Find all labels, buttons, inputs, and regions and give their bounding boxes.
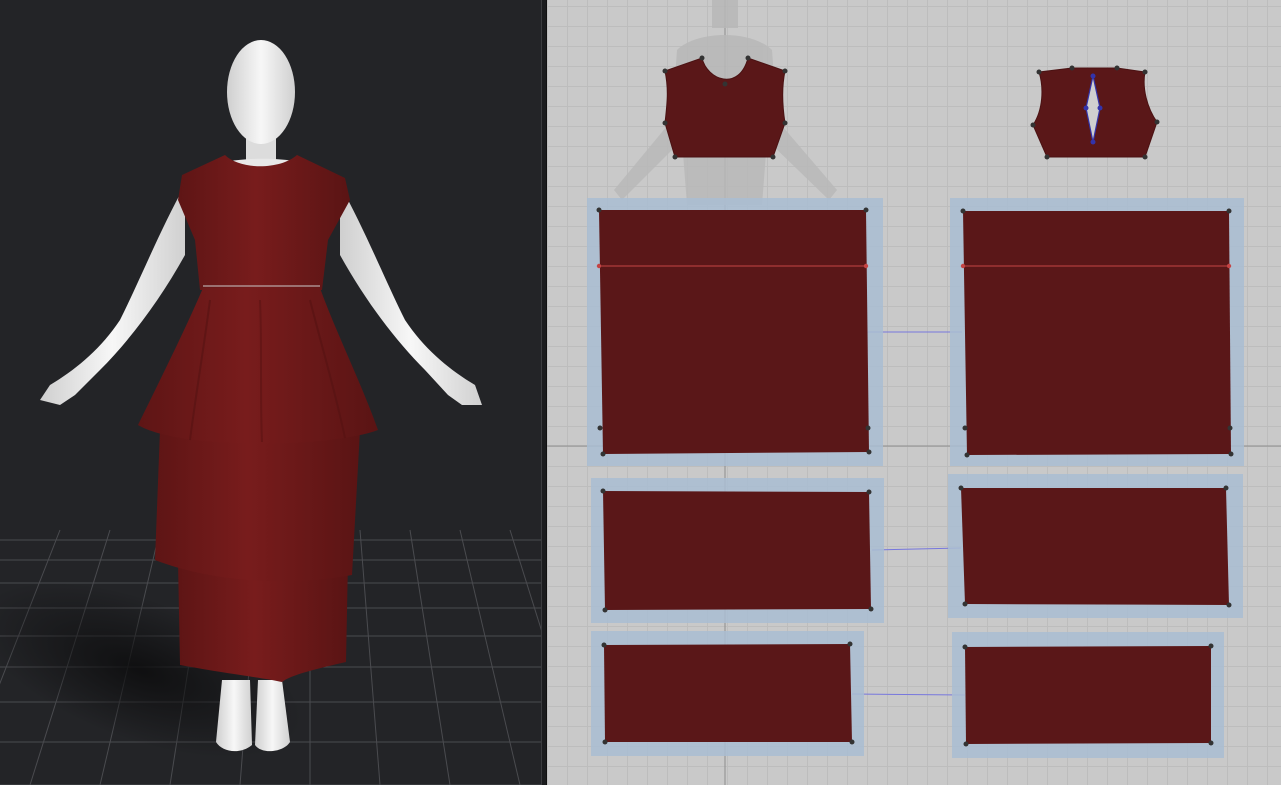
pattern-piece-back-skirt-tier-2[interactable]: [948, 474, 1243, 618]
pattern-piece-back-skirt-tier-1[interactable]: [950, 198, 1244, 466]
pattern-piece-front-skirt-tier-2[interactable]: [591, 478, 884, 623]
pattern-piece-front-skirt-tier-3[interactable]: [591, 631, 864, 756]
pattern-piece-front-skirt-tier-1[interactable]: [587, 198, 883, 466]
3d-viewport[interactable]: [0, 0, 541, 785]
pattern-piece-back-skirt-tier-3[interactable]: [952, 632, 1224, 758]
pattern-piece-back-bodice[interactable]: [1030, 65, 1160, 160]
2d-pattern-viewport[interactable]: [547, 0, 1281, 785]
